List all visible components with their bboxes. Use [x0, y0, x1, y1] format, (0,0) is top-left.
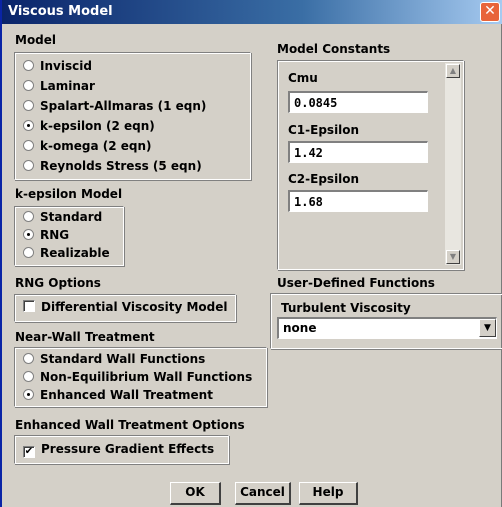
near-wall-option-enhanced[interactable]: Enhanced Wall Treatment — [23, 388, 213, 404]
radio-icon[interactable] — [23, 211, 34, 222]
radio-icon[interactable] — [23, 80, 34, 91]
near-wall-option-label: Non-Equilibrium Wall Functions — [40, 370, 253, 384]
model-option-spalart-allmaras[interactable]: Spalart-Allmaras (1 eqn) — [23, 99, 206, 115]
k-epsilon-option-rng[interactable]: RNG — [23, 228, 69, 244]
scroll-down-icon[interactable]: ▼ — [446, 250, 460, 264]
near-wall-option-label: Standard Wall Functions — [40, 352, 206, 366]
c1-epsilon-field[interactable]: 1.42 — [288, 141, 428, 163]
model-option-inviscid[interactable]: Inviscid — [23, 59, 92, 75]
radio-icon[interactable] — [23, 60, 34, 71]
near-wall-option-non-equilibrium[interactable]: Non-Equilibrium Wall Functions — [23, 370, 252, 386]
model-option-k-omega[interactable]: k-omega (2 eqn) — [23, 139, 151, 155]
cmu-label: Cmu — [288, 71, 318, 85]
model-option-label: Spalart-Allmaras (1 eqn) — [40, 99, 207, 113]
model-label: Model — [15, 33, 57, 47]
model-option-reynolds-stress[interactable]: Reynolds Stress (5 eqn) — [23, 159, 202, 175]
k-epsilon-option-label: Realizable — [40, 246, 110, 260]
model-option-label: Reynolds Stress (5 eqn) — [40, 159, 202, 173]
model-option-label: Inviscid — [40, 59, 92, 73]
title-bar[interactable]: Viscous Model ✕ — [2, 0, 502, 24]
radio-icon[interactable] — [23, 371, 34, 382]
chevron-down-icon[interactable]: ▼ — [479, 319, 496, 337]
near-wall-treatment-label: Near-Wall Treatment — [15, 330, 155, 344]
pressure-gradient-label: Pressure Gradient Effects — [41, 442, 215, 456]
rng-options-label: RNG Options — [15, 276, 101, 290]
turbulent-viscosity-label: Turbulent Viscosity — [281, 301, 411, 315]
radio-selected-icon[interactable] — [23, 389, 34, 400]
k-epsilon-option-realizable[interactable]: Realizable — [23, 246, 110, 262]
enhanced-wall-options-label: Enhanced Wall Treatment Options — [15, 418, 245, 432]
near-wall-option-standard[interactable]: Standard Wall Functions — [23, 352, 205, 368]
radio-icon[interactable] — [23, 140, 34, 151]
pressure-gradient-checkbox[interactable]: ✔ Pressure Gradient Effects — [23, 442, 214, 458]
c1-epsilon-label: C1-Epsilon — [288, 123, 360, 137]
model-group: Inviscid Laminar Spalart-Allmaras (1 eqn… — [14, 52, 251, 180]
model-option-label: k-epsilon (2 eqn) — [40, 119, 155, 133]
differential-viscosity-checkbox[interactable]: Differential Viscosity Model — [23, 300, 227, 316]
radio-icon[interactable] — [23, 247, 34, 258]
k-epsilon-model-label: k-epsilon Model — [15, 187, 123, 201]
model-option-k-epsilon[interactable]: k-epsilon (2 eqn) — [23, 119, 155, 135]
viscous-model-dialog: Viscous Model ✕ Model Inviscid Laminar S… — [0, 0, 502, 507]
turbulent-viscosity-dropdown[interactable]: none ▼ — [277, 317, 497, 339]
window-title: Viscous Model — [8, 4, 113, 19]
ok-button[interactable]: OK — [170, 482, 221, 505]
radio-icon[interactable] — [23, 160, 34, 171]
radio-icon[interactable] — [23, 100, 34, 111]
near-wall-group: Standard Wall Functions Non-Equilibrium … — [14, 347, 267, 407]
differential-viscosity-label: Differential Viscosity Model — [41, 300, 228, 314]
turbulent-viscosity-value: none — [283, 321, 317, 335]
scroll-up-icon[interactable]: ▲ — [446, 64, 460, 78]
model-constants-label: Model Constants — [277, 42, 391, 56]
help-button[interactable]: Help — [299, 482, 358, 505]
udf-label: User-Defined Functions — [277, 276, 435, 290]
k-epsilon-option-standard[interactable]: Standard — [23, 210, 102, 226]
model-option-label: Laminar — [40, 79, 95, 93]
k-epsilon-option-label: Standard — [40, 210, 103, 224]
k-epsilon-option-label: RNG — [40, 228, 70, 242]
rng-options-group: Differential Viscosity Model — [14, 294, 236, 322]
c2-epsilon-label: C2-Epsilon — [288, 172, 360, 186]
k-epsilon-group: Standard RNG Realizable — [14, 206, 124, 266]
model-option-laminar[interactable]: Laminar — [23, 79, 95, 95]
c2-epsilon-field[interactable]: 1.68 — [288, 190, 428, 212]
radio-selected-icon[interactable] — [23, 120, 34, 131]
near-wall-option-label: Enhanced Wall Treatment — [40, 388, 213, 402]
constants-scrollbar[interactable]: ▲ ▼ — [445, 63, 461, 265]
checkbox-unchecked-icon[interactable] — [23, 300, 35, 312]
cancel-button[interactable]: Cancel — [235, 482, 291, 505]
enhanced-wall-options-group: ✔ Pressure Gradient Effects — [14, 435, 229, 464]
radio-icon[interactable] — [23, 353, 34, 364]
cmu-field[interactable]: 0.0845 — [288, 91, 428, 113]
radio-selected-icon[interactable] — [23, 229, 34, 240]
model-constants-panel: Cmu 0.0845 C1-Epsilon 1.42 C2-Epsilon 1.… — [277, 60, 464, 270]
checkbox-checked-icon[interactable]: ✔ — [23, 446, 35, 458]
model-option-label: k-omega (2 eqn) — [40, 139, 152, 153]
close-icon[interactable]: ✕ — [480, 2, 500, 22]
